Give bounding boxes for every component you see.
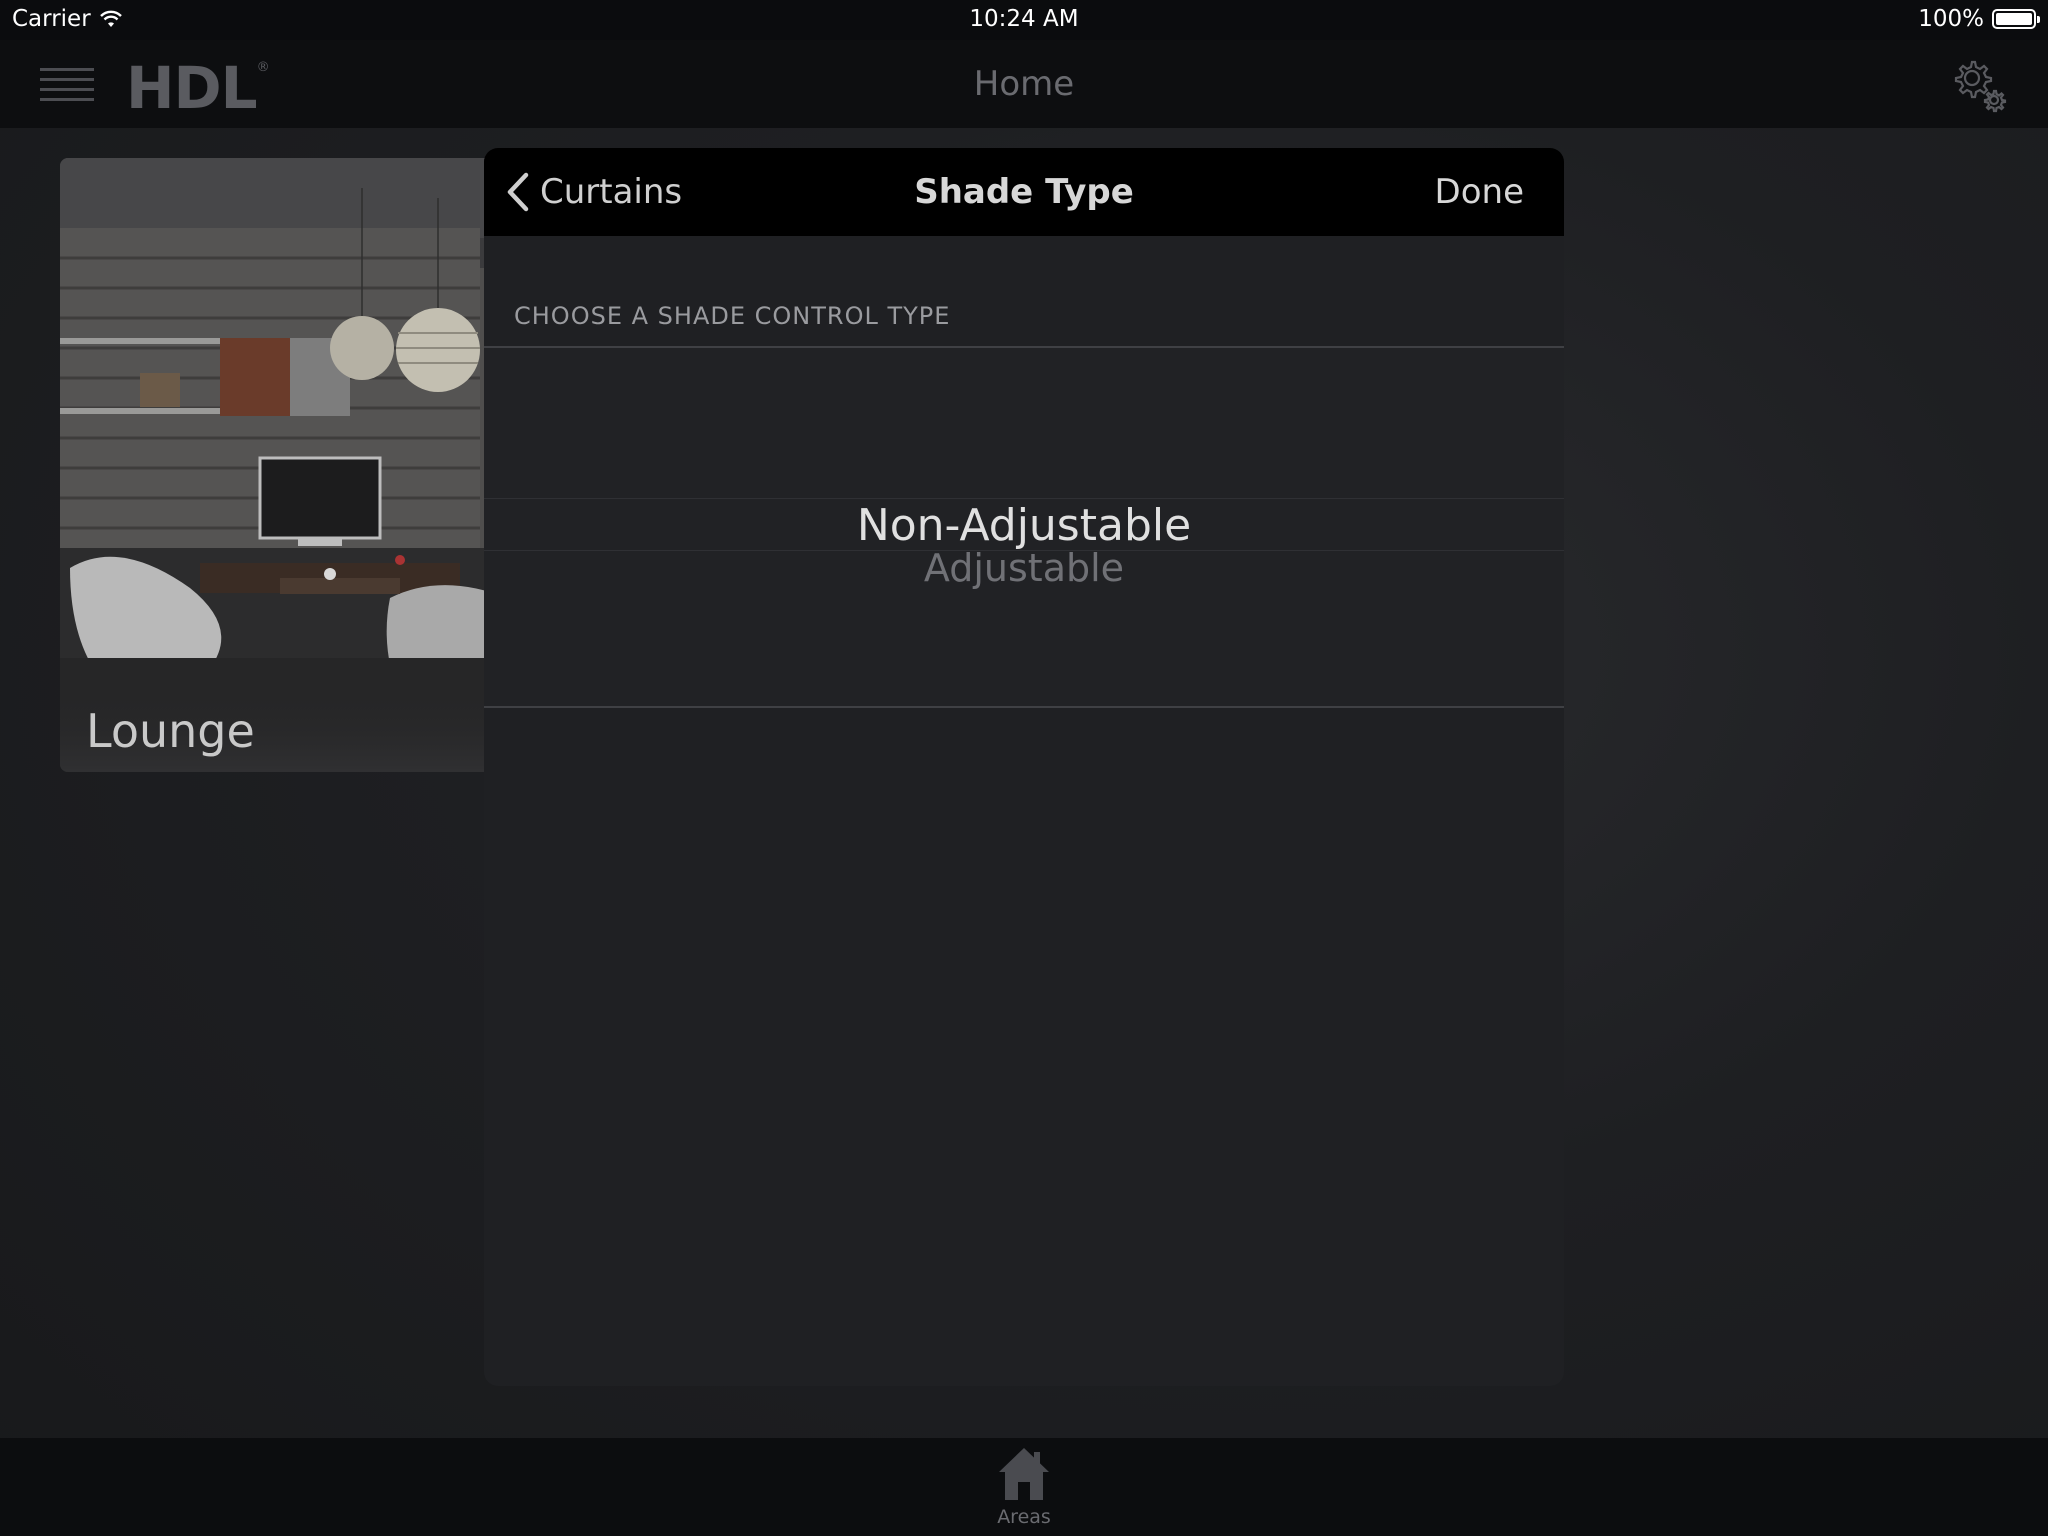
divider [484, 706, 1564, 708]
settings-gear-icon[interactable] [1948, 54, 2010, 116]
battery-icon [1992, 9, 2040, 29]
section-header: CHOOSE A SHADE CONTROL TYPE [514, 302, 951, 330]
area-label: Lounge [86, 704, 255, 758]
modal-header: Curtains Shade Type Done [484, 148, 1564, 236]
tab-areas[interactable]: Areas [974, 1444, 1074, 1530]
page-title: Home [973, 64, 1075, 104]
status-bar: Carrier 10:24 AM 100% [0, 0, 2048, 40]
nav-bar: HDL® Home [0, 40, 2048, 128]
status-time: 10:24 AM [969, 6, 1079, 32]
modal-title: Shade Type [914, 172, 1134, 212]
tab-areas-label: Areas [997, 1506, 1051, 1528]
home-icon [999, 1448, 1049, 1500]
picker-selection-line-top [484, 498, 1564, 499]
shade-type-picker[interactable]: Non-Adjustable Adjustable [484, 348, 1564, 706]
battery-percent: 100% [1918, 6, 1984, 32]
done-button[interactable]: Done [1435, 172, 1524, 212]
tab-bar: Areas [0, 1438, 2048, 1536]
picker-option-adjustable[interactable]: Adjustable [484, 546, 1564, 590]
status-right: 100% [1918, 6, 2040, 32]
picker-option-non-adjustable[interactable]: Non-Adjustable [484, 500, 1564, 551]
shade-type-modal: Curtains Shade Type Done CHOOSE A SHADE … [484, 148, 1564, 1386]
